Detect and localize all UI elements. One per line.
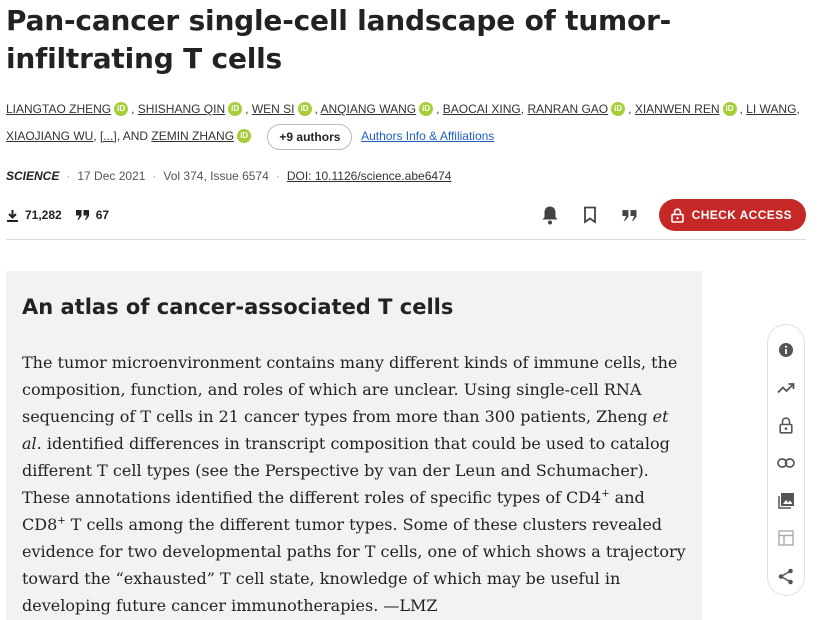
- article-actions: CHECK ACCESS: [539, 199, 806, 231]
- summary-text-part: . identified differences in transcript c…: [22, 434, 670, 507]
- citations-count: 67: [95, 208, 110, 222]
- article-metrics: 71,282 67: [6, 204, 123, 226]
- article-title: Pan-cancer single-cell landscape of tumo…: [6, 4, 672, 75]
- author-link[interactable]: Anqiang Wang: [321, 102, 417, 116]
- superscript: +: [57, 515, 66, 527]
- orcid-icon[interactable]: iD: [237, 128, 252, 143]
- check-access-label: CHECK ACCESS: [691, 208, 792, 222]
- orcid-icon[interactable]: iD: [114, 101, 129, 116]
- orcid-icon[interactable]: iD: [419, 101, 434, 116]
- separator: ·: [66, 169, 71, 183]
- author-link[interactable]: Xianwen Ren: [635, 102, 720, 116]
- cite-quote-icon[interactable]: [619, 204, 641, 226]
- image-icon[interactable]: [767, 482, 805, 520]
- quote-icon: [75, 210, 89, 220]
- summary-text: The tumor microenvironment contains many…: [22, 349, 688, 619]
- doi-link[interactable]: DOI: 10.1126/science.abe6474: [287, 169, 452, 183]
- author-link[interactable]: Li Wang: [746, 102, 796, 116]
- trending-icon[interactable]: [767, 369, 805, 407]
- orcid-icon[interactable]: iD: [228, 101, 243, 116]
- author-link[interactable]: Liangtao Zheng: [6, 102, 111, 116]
- superscript: +: [601, 488, 610, 500]
- check-access-button[interactable]: CHECK ACCESS: [658, 199, 806, 231]
- article-meta: SCIENCE · 17 Dec 2021 · Vol 374, Issue 6…: [6, 166, 451, 186]
- publish-date: 17 Dec 2021: [77, 169, 146, 183]
- more-authors-button[interactable]: +9 authors: [267, 123, 353, 150]
- unlock-icon[interactable]: [767, 406, 805, 444]
- section-divider: [6, 239, 806, 240]
- separator: ·: [275, 169, 280, 183]
- downloads-count: 71,282: [25, 208, 62, 222]
- author-link[interactable]: Zemin Zhang: [151, 129, 234, 143]
- separator: ·: [152, 169, 157, 183]
- side-toolbar: [767, 324, 805, 596]
- summary-title: An atlas of cancer-associated T cells: [22, 295, 454, 319]
- bookmark-icon[interactable]: [579, 204, 601, 226]
- share-icon[interactable]: [767, 557, 805, 595]
- author-list: Liangtao Zheng iD, Shishang Qin iD, Wen Si…: [6, 96, 806, 150]
- orcid-icon[interactable]: iD: [722, 101, 737, 116]
- and-text: AND: [122, 129, 149, 143]
- summary-text-part: T cells among the different tumor types.…: [22, 515, 686, 615]
- orcid-icon[interactable]: iD: [611, 101, 626, 116]
- summary-text-part: The tumor microenvironment contains many…: [22, 353, 678, 426]
- info-icon[interactable]: [767, 331, 805, 369]
- author-ellipsis[interactable]: [...]: [100, 129, 117, 143]
- citations-metric: 67: [75, 208, 110, 222]
- author-link[interactable]: Xiaojiang Wu: [6, 129, 93, 143]
- lock-icon: [670, 207, 684, 223]
- author-link[interactable]: Wen Si: [252, 102, 295, 116]
- affiliations-link[interactable]: Authors Info & Affiliations: [361, 129, 494, 143]
- volume-issue[interactable]: Vol 374, Issue 6574: [163, 169, 268, 183]
- table-icon[interactable]: [767, 520, 805, 558]
- downloads-metric: 71,282: [6, 208, 62, 222]
- journal-name[interactable]: SCIENCE: [6, 169, 59, 183]
- author-link[interactable]: Shishang Qin: [138, 102, 225, 116]
- author-link[interactable]: Baocai Xing: [443, 102, 521, 116]
- orcid-icon[interactable]: iD: [297, 101, 312, 116]
- link-icon[interactable]: [767, 444, 805, 482]
- editor-summary: An atlas of cancer-associated T cells Th…: [6, 271, 702, 620]
- download-icon: [7, 209, 18, 222]
- author-link[interactable]: Ranran Gao: [527, 102, 608, 116]
- bell-icon[interactable]: [539, 204, 561, 226]
